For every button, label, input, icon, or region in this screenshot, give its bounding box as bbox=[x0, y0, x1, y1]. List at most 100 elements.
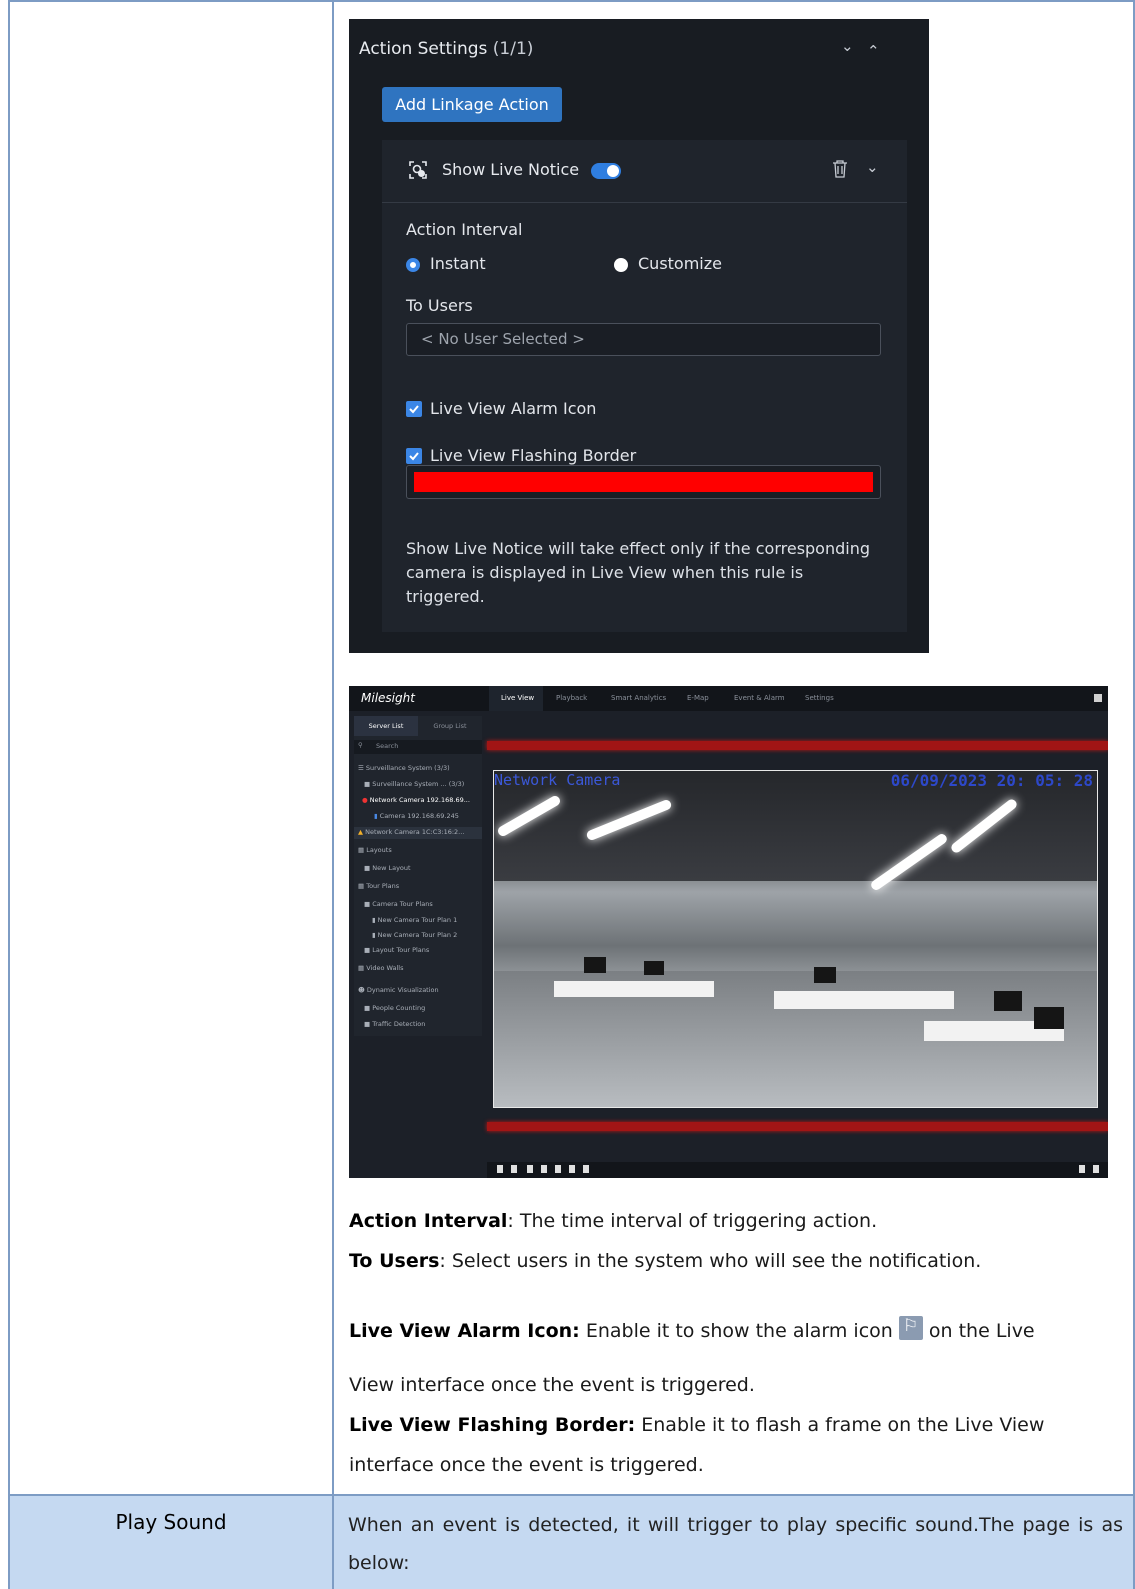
desc-text: : The time interval of triggering action… bbox=[507, 1210, 878, 1232]
toolbar-icon[interactable] bbox=[1079, 1165, 1085, 1173]
desc-flashing-border: Live View Flashing Border: Enable it to … bbox=[349, 1414, 1044, 1436]
radio-customize-label: Customize bbox=[638, 254, 722, 273]
toolbar-icon[interactable] bbox=[541, 1165, 547, 1173]
play-sound-row: Play Sound When an event is detected, it… bbox=[8, 1494, 1135, 1589]
trash-icon[interactable] bbox=[832, 160, 848, 178]
toolbar-icon[interactable] bbox=[569, 1165, 575, 1173]
live-view-topbar: Milesight Live View Playback Smart Analy… bbox=[349, 686, 1108, 711]
tree-item[interactable]: ■ Traffic Detection bbox=[364, 1020, 425, 1028]
fullscreen-icon[interactable] bbox=[1093, 1165, 1099, 1173]
server-list-tab[interactable]: Server List bbox=[354, 716, 418, 736]
alarm-icon-checkbox[interactable] bbox=[406, 401, 422, 417]
add-linkage-action-button[interactable]: Add Linkage Action bbox=[382, 87, 562, 122]
desc-term: Action Interval bbox=[349, 1210, 508, 1232]
tree-item[interactable]: ▮ Camera 192.168.69.245 bbox=[374, 812, 459, 820]
live-notice-note: Show Live Notice will take effect only i… bbox=[406, 539, 871, 606]
tab-event-alarm[interactable]: Event & Alarm bbox=[734, 694, 785, 702]
border-color-picker[interactable] bbox=[406, 465, 881, 499]
chevron-down-icon[interactable]: ⌄ bbox=[866, 158, 879, 176]
desc-text: Enable it to show the alarm icon bbox=[579, 1320, 899, 1342]
toolbar-icon[interactable] bbox=[527, 1165, 533, 1173]
users-select[interactable]: < No User Selected > bbox=[406, 323, 881, 356]
tab-e-map[interactable]: E-Map bbox=[687, 694, 709, 702]
alarm-icon bbox=[898, 1316, 923, 1340]
flashing-border-checkbox[interactable] bbox=[406, 448, 422, 464]
search-input[interactable]: ⚲ Search bbox=[354, 740, 482, 754]
video-monitor bbox=[994, 991, 1022, 1011]
video-desk bbox=[554, 981, 714, 997]
live-view-screenshot: Milesight Live View Playback Smart Analy… bbox=[349, 686, 1108, 1178]
tree-item[interactable]: ▲ Network Camera 1C:C3:16:2... bbox=[358, 828, 464, 836]
search-placeholder: Search bbox=[376, 742, 399, 750]
document-page: Action Settings (1/1) ⌄ ⌃ Add Linkage Ac… bbox=[0, 0, 1135, 1589]
tab-live-view[interactable]: Live View bbox=[501, 694, 534, 702]
desc-flashing-border-cont: interface once the event is triggered. bbox=[349, 1454, 704, 1476]
video-monitor bbox=[644, 961, 664, 975]
tab-smart-analytics[interactable]: Smart Analytics bbox=[611, 694, 666, 702]
tree-item[interactable]: ■ Camera Tour Plans bbox=[364, 900, 433, 908]
video-desk bbox=[774, 991, 954, 1009]
video-monitor bbox=[584, 957, 606, 973]
live-view-toolbar bbox=[487, 1162, 1108, 1178]
show-live-notice-label: Show Live Notice bbox=[442, 160, 580, 179]
chevron-up-icon[interactable]: ⌃ bbox=[867, 42, 880, 60]
timestamp-overlay: 06/09/2023 20: 05: 28 bbox=[890, 771, 1093, 790]
radio-instant[interactable] bbox=[406, 258, 420, 272]
toolbar-icon[interactable] bbox=[511, 1165, 517, 1173]
desc-text: on the Live bbox=[922, 1320, 1035, 1342]
tab-playback[interactable]: Playback bbox=[556, 694, 587, 702]
group-list-tab[interactable]: Group List bbox=[418, 716, 482, 736]
alarm-icon-checkbox-label: Live View Alarm Icon bbox=[430, 399, 597, 418]
table-left-cell bbox=[8, 0, 334, 1494]
border-color-swatch bbox=[414, 472, 873, 492]
action-settings-title: Action Settings (1/1) bbox=[359, 39, 533, 59]
chevron-down-icon[interactable]: ⌄ bbox=[841, 37, 854, 55]
desc-action-interval: Action Interval: The time interval of tr… bbox=[349, 1210, 877, 1232]
radio-instant-label: Instant bbox=[430, 254, 486, 273]
play-sound-label-cell: Play Sound bbox=[8, 1496, 334, 1589]
desc-to-users: To Users: Select users in the system who… bbox=[349, 1250, 981, 1272]
tree-item[interactable]: ■ New Layout bbox=[364, 864, 411, 872]
flashing-border-checkbox-label: Live View Flashing Border bbox=[430, 446, 637, 465]
action-settings-title-text: Action Settings bbox=[359, 39, 488, 59]
desc-alarm-icon-cont: View interface once the event is trigger… bbox=[349, 1374, 755, 1396]
tree-item[interactable]: ▮ New Camera Tour Plan 1 bbox=[372, 916, 457, 924]
video-monitor bbox=[1034, 1007, 1064, 1029]
play-sound-label: Play Sound bbox=[115, 1510, 227, 1534]
flashing-border-bottom bbox=[487, 1122, 1108, 1131]
tree-item[interactable]: ■ Surveillance System ... (3/3) bbox=[364, 780, 464, 788]
desc-term: To Users bbox=[349, 1250, 440, 1272]
tree-item[interactable]: ▦ Video Walls bbox=[358, 964, 404, 972]
tree-item[interactable]: ■ People Counting bbox=[364, 1004, 425, 1012]
live-notice-icon bbox=[409, 161, 427, 179]
card-header: Show Live Notice ⌄ bbox=[382, 140, 907, 203]
flashing-border-top bbox=[487, 741, 1108, 750]
tree-item[interactable]: ▮ New Camera Tour Plan 2 bbox=[372, 931, 457, 939]
device-tree-sidebar: ☰ Surveillance System (3/3) ■ Surveillan… bbox=[354, 716, 482, 1036]
action-settings-count: (1/1) bbox=[492, 39, 534, 59]
tree-item[interactable]: ▦ Tour Plans bbox=[358, 882, 399, 890]
tree-item[interactable]: ■ Layout Tour Plans bbox=[364, 946, 429, 954]
milesight-logo: Milesight bbox=[361, 691, 415, 705]
video-monitor bbox=[814, 967, 836, 983]
desc-alarm-icon: Live View Alarm Icon: Enable it to show … bbox=[349, 1316, 1035, 1342]
tree-item[interactable]: ☰ Surveillance System (3/3) bbox=[358, 764, 450, 772]
toolbar-icon[interactable] bbox=[497, 1165, 503, 1173]
camera-name-overlay: Network Camera bbox=[494, 771, 621, 789]
desc-text: interface once the event is triggered. bbox=[349, 1454, 704, 1476]
tree-item[interactable]: ● Network Camera 192.168.69... bbox=[362, 796, 470, 804]
desc-text: View interface once the event is trigger… bbox=[349, 1374, 755, 1396]
desc-term: Live View Flashing Border: bbox=[349, 1414, 636, 1436]
tree-item[interactable]: ☻ Dynamic Visualization bbox=[358, 986, 439, 994]
desc-text: : Select users in the system who will se… bbox=[439, 1250, 982, 1272]
tree-item[interactable]: ▦ Layouts bbox=[358, 846, 392, 854]
tab-settings[interactable]: Settings bbox=[805, 694, 834, 702]
users-select-placeholder: < No User Selected > bbox=[421, 330, 585, 348]
desc-term: Live View Alarm Icon: bbox=[349, 1320, 580, 1342]
toolbar-icon[interactable] bbox=[555, 1165, 561, 1173]
show-live-notice-toggle[interactable] bbox=[591, 163, 621, 179]
toolbar-icon[interactable] bbox=[583, 1165, 589, 1173]
window-icon[interactable] bbox=[1094, 694, 1102, 702]
camera-video-feed[interactable]: Network Camera 06/09/2023 20: 05: 28 bbox=[493, 770, 1098, 1108]
radio-customize[interactable] bbox=[614, 258, 628, 272]
